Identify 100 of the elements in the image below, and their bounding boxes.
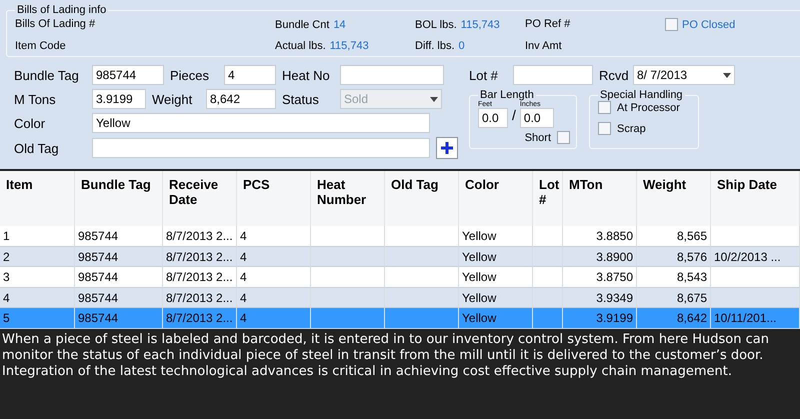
- table-cell: [533, 246, 563, 267]
- checkbox-label: At Processor: [617, 102, 680, 114]
- weight-field[interactable]: 8,642: [206, 89, 276, 109]
- table-cell: [533, 267, 563, 288]
- field-label: Rcvd: [599, 68, 627, 82]
- table-cell: 5: [0, 308, 75, 328]
- field-label: Inv Amt: [525, 40, 563, 52]
- table-cell: 3.9199: [563, 308, 637, 328]
- table-cell: 3.8850: [563, 226, 637, 246]
- table-cell: 8/7/2013 2...: [163, 267, 237, 288]
- heat-no-field[interactable]: [340, 65, 444, 85]
- inches-field[interactable]: 0.0: [520, 108, 554, 128]
- table-cell: [533, 308, 563, 328]
- table-cell: 3.9349: [563, 288, 637, 308]
- table-cell: 10/11/201...: [711, 308, 800, 328]
- field-label: Bills Of Lading #: [15, 18, 96, 31]
- table-cell: 8,576: [637, 246, 711, 267]
- pieces-field[interactable]: 4: [224, 65, 276, 85]
- checkbox[interactable]: [665, 18, 678, 31]
- field-label: Diff. lbs.: [415, 40, 455, 52]
- table-cell: 8/7/2013 2...: [163, 246, 237, 267]
- table-cell: Yellow: [459, 288, 533, 308]
- table-cell: Yellow: [459, 246, 533, 267]
- field-label: Bundle Cnt: [275, 18, 330, 30]
- checkbox[interactable]: [598, 122, 611, 135]
- table-cell: 2: [0, 246, 75, 267]
- plus-icon: [440, 141, 454, 155]
- m-tons-field[interactable]: 3.9199: [92, 89, 146, 109]
- column-header[interactable]: Lot #: [533, 171, 563, 226]
- column-header[interactable]: Heat Number: [311, 171, 385, 226]
- table-cell: 1: [0, 226, 75, 246]
- table-cell: 3.8750: [563, 267, 637, 288]
- field-label: Weight: [152, 92, 194, 106]
- field-label: PO Ref #: [525, 18, 572, 31]
- caret-icon: [430, 96, 438, 102]
- table-cell: 8,675: [637, 288, 711, 308]
- table-cell: 8/7/2013 2...: [163, 308, 237, 328]
- column-header[interactable]: Ship Date: [711, 171, 800, 226]
- column-header[interactable]: Bundle Tag: [75, 171, 163, 226]
- column-header[interactable]: Item: [0, 171, 75, 226]
- table-cell: 985744: [75, 226, 163, 246]
- group-title: Bills of Lading info: [16, 4, 108, 16]
- field-label: M Tons: [14, 92, 57, 106]
- table-cell: 3.8900: [563, 246, 637, 267]
- column-header[interactable]: MTon: [563, 171, 637, 226]
- column-header[interactable]: Color: [459, 171, 533, 226]
- table-cell: 3: [0, 267, 75, 288]
- checkbox[interactable]: [598, 101, 611, 114]
- table-cell: Yellow: [459, 267, 533, 288]
- column-header[interactable]: Old Tag: [385, 171, 459, 226]
- checkbox[interactable]: [557, 131, 570, 144]
- column-header[interactable]: Weight: [637, 171, 711, 226]
- old-tag-field[interactable]: [92, 138, 430, 158]
- checkbox-label: PO Closed: [682, 18, 736, 30]
- table-cell: 10/2/2013 ...: [711, 246, 800, 267]
- caret-icon: [723, 72, 731, 78]
- field-value: 14: [333, 18, 346, 30]
- field-label: Item Code: [15, 40, 67, 52]
- add-button[interactable]: [436, 137, 458, 159]
- table-cell: Yellow: [459, 308, 533, 328]
- group-title: Special Handling: [599, 89, 684, 101]
- field-label: Heat No: [282, 68, 331, 82]
- field-value: 115,743: [330, 40, 369, 52]
- field-label: Bundle Tag: [14, 68, 80, 82]
- field-label: Actual lbs.: [275, 40, 326, 52]
- table-cell: 4: [237, 246, 311, 267]
- table-cell: 8,565: [637, 226, 711, 246]
- field-label: Pieces: [170, 68, 210, 82]
- table-cell: 4: [237, 267, 311, 288]
- field-label: Color: [14, 116, 46, 130]
- table-cell: [533, 288, 563, 308]
- group-title: Bar Length: [479, 89, 534, 101]
- field-label: Lot #: [469, 68, 499, 82]
- date-picker[interactable]: 8/ 7/2013: [633, 65, 735, 85]
- checkbox-label: Scrap: [617, 122, 646, 134]
- checkbox-label: Short: [524, 132, 551, 144]
- column-header[interactable]: Receive Date: [163, 171, 237, 226]
- field-label: Status: [282, 92, 320, 106]
- table-cell: 985744: [75, 308, 163, 328]
- bundle-tag-field[interactable]: 985744: [92, 65, 164, 85]
- lot-field[interactable]: [513, 65, 593, 85]
- table-cell: Yellow: [459, 226, 533, 246]
- feet-field[interactable]: 0.0: [478, 108, 508, 128]
- table-cell: [533, 226, 563, 246]
- table-cell: 4: [237, 226, 311, 246]
- caption-text: When a piece of steel is labeled and barcoded, it is entered in to our inventory control system. From here Hudson can monitor the status of each individual piece of steel in transit from the mill until it is delivered to the customer’s door. Integration of the latest technological advances is critical in achieving cost effective supply chain management.: [0, 328, 800, 419]
- table-cell: 985744: [75, 267, 163, 288]
- table-cell: 8/7/2013 2...: [163, 288, 237, 308]
- table-cell: 8/7/2013 2...: [163, 226, 237, 246]
- table-cell: 8,642: [637, 308, 711, 328]
- table-cell: 985744: [75, 246, 163, 267]
- table-cell: 4: [237, 308, 311, 328]
- field-label: BOL lbs.: [415, 18, 457, 30]
- field-value: 115,743: [460, 18, 500, 30]
- field-label: Old Tag: [14, 140, 60, 156]
- table-cell: 8,543: [637, 267, 711, 288]
- column-header[interactable]: PCS: [237, 171, 311, 226]
- separator: /: [512, 106, 516, 122]
- color-field[interactable]: Yellow: [92, 113, 430, 133]
- field-value: 0: [458, 40, 465, 52]
